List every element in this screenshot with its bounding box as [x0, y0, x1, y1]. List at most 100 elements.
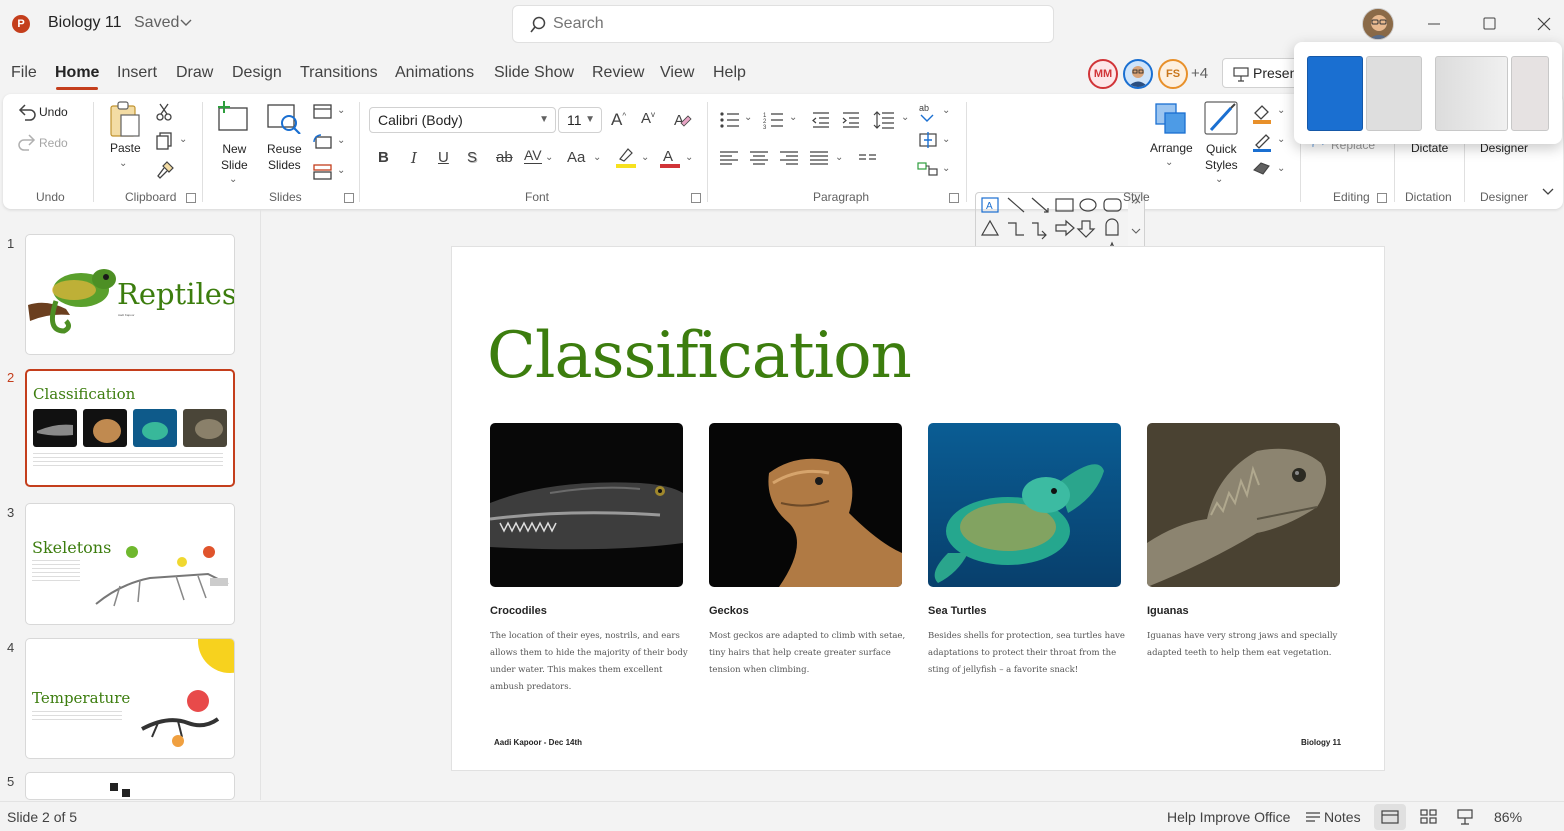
- card-heading[interactable]: Sea Turtles: [928, 605, 987, 617]
- slide-sorter-icon[interactable]: [1420, 808, 1438, 826]
- dialog-launcher-icon[interactable]: [186, 193, 196, 203]
- slide-footer-title[interactable]: Biology 11: [1301, 738, 1341, 747]
- help-improve-office-link[interactable]: Help Improve Office: [1167, 809, 1290, 825]
- line-spacing-icon[interactable]: [873, 110, 895, 130]
- tab-file[interactable]: File: [11, 64, 37, 82]
- character-spacing-button[interactable]: AV: [524, 147, 542, 164]
- change-case-button[interactable]: Aa: [567, 149, 585, 166]
- card-heading[interactable]: Iguanas: [1147, 605, 1189, 617]
- chevron-down-icon[interactable]: ⌄: [179, 134, 187, 145]
- iguana-image[interactable]: [1147, 423, 1340, 587]
- dialog-launcher-icon[interactable]: [344, 193, 354, 203]
- minimize-icon[interactable]: [1422, 12, 1446, 36]
- search-input[interactable]: [553, 14, 1033, 34]
- bullets-icon[interactable]: [719, 111, 741, 129]
- cut-icon[interactable]: [155, 103, 173, 121]
- tab-slide-show[interactable]: Slide Show: [494, 64, 574, 82]
- normal-view-button[interactable]: [1374, 804, 1406, 830]
- crocodile-image[interactable]: [490, 423, 683, 587]
- chevron-down-icon[interactable]: ⌄: [1165, 157, 1173, 168]
- align-left-icon[interactable]: [719, 150, 739, 166]
- notes-button[interactable]: Notes: [1324, 809, 1361, 825]
- slide-thumbnail-1[interactable]: Reptiles Aadi Kapoor: [25, 234, 235, 355]
- arrange-button[interactable]: Arrange: [1150, 141, 1193, 155]
- card-description[interactable]: Iguanas have very strong jaws and specia…: [1147, 628, 1347, 662]
- shape-outline-icon[interactable]: [1251, 130, 1273, 152]
- card-heading[interactable]: Crocodiles: [490, 605, 547, 617]
- tab-animations[interactable]: Animations: [395, 64, 474, 82]
- quick-styles-button[interactable]: Quick Styles: [1205, 141, 1238, 173]
- save-status[interactable]: Saved: [134, 14, 179, 32]
- text-direction-icon[interactable]: ab: [917, 102, 939, 122]
- chevron-down-icon[interactable]: [180, 18, 192, 28]
- underline-button[interactable]: U: [438, 149, 449, 166]
- tab-transitions[interactable]: Transitions: [300, 64, 378, 82]
- bold-button[interactable]: B: [378, 149, 389, 166]
- dialog-launcher-icon[interactable]: [1377, 193, 1387, 203]
- chevron-down-icon[interactable]: ⌄: [337, 105, 345, 116]
- maximize-icon[interactable]: [1477, 12, 1501, 36]
- more-collaborators[interactable]: +4: [1191, 65, 1208, 82]
- redo-button[interactable]: Redo: [39, 136, 68, 150]
- chevron-down-icon[interactable]: ⌄: [942, 105, 950, 116]
- font-size-select[interactable]: 11 ▼: [558, 107, 602, 133]
- chevron-down-icon[interactable]: ⌄: [744, 112, 752, 123]
- shrink-font-icon[interactable]: Av: [641, 110, 655, 127]
- profile-avatar[interactable]: [1362, 8, 1394, 40]
- new-slide-button[interactable]: New Slide: [221, 141, 248, 173]
- chevron-down-icon[interactable]: ⌄: [685, 152, 693, 163]
- shape-fill-icon[interactable]: [1251, 102, 1273, 124]
- text-shadow-button[interactable]: S: [467, 149, 477, 166]
- dialog-launcher-icon[interactable]: [949, 193, 959, 203]
- tab-insert[interactable]: Insert: [117, 64, 157, 82]
- search-box[interactable]: [512, 5, 1054, 43]
- slide-thumbnail-5[interactable]: [25, 772, 235, 800]
- designer-option[interactable]: [1511, 56, 1549, 131]
- slide-thumbnail-3[interactable]: Skeletons: [25, 503, 235, 625]
- chevron-down-icon[interactable]: ⌄: [1277, 134, 1285, 145]
- tab-design[interactable]: Design: [232, 64, 282, 82]
- tab-review[interactable]: Review: [592, 64, 644, 82]
- card-description[interactable]: Most geckos are adapted to climb with se…: [709, 628, 909, 679]
- collaborator-avatar[interactable]: FS: [1158, 59, 1188, 89]
- chevron-down-icon[interactable]: ⌄: [901, 112, 909, 123]
- card-heading[interactable]: Geckos: [709, 605, 749, 617]
- tab-view[interactable]: View: [660, 64, 694, 82]
- align-right-icon[interactable]: [779, 150, 799, 166]
- shape-effects-icon[interactable]: [1251, 160, 1273, 178]
- slide-title[interactable]: Classification: [487, 319, 912, 393]
- copy-icon[interactable]: [155, 132, 173, 150]
- slide-thumbnail-2[interactable]: Classification: [25, 369, 235, 487]
- undo-button[interactable]: Undo: [39, 105, 68, 119]
- reset-icon[interactable]: [313, 134, 333, 150]
- card-description[interactable]: The location of their eyes, nostrils, an…: [490, 628, 690, 696]
- dialog-launcher-icon[interactable]: [691, 193, 701, 203]
- align-text-icon[interactable]: [917, 131, 939, 149]
- chevron-down-icon[interactable]: ⌄: [835, 152, 843, 163]
- justify-icon[interactable]: [809, 150, 829, 166]
- reading-view-icon[interactable]: [1456, 808, 1474, 826]
- slide-footer-author[interactable]: Aadi Kapoor - Dec 14th: [494, 738, 582, 747]
- chevron-down-icon[interactable]: ⌄: [942, 134, 950, 145]
- reuse-slides-button[interactable]: Reuse Slides: [267, 141, 302, 173]
- chevron-down-icon[interactable]: ⌄: [593, 152, 601, 163]
- designer-option[interactable]: [1366, 56, 1422, 131]
- highlighter-icon[interactable]: [615, 146, 637, 168]
- slide-thumbnail-4[interactable]: Temperature: [25, 638, 235, 759]
- designer-option[interactable]: [1307, 56, 1363, 131]
- designer-option[interactable]: [1435, 56, 1508, 131]
- numbering-icon[interactable]: 123: [763, 111, 785, 129]
- layout-icon[interactable]: [313, 104, 333, 120]
- align-center-icon[interactable]: [749, 150, 769, 166]
- increase-indent-icon[interactable]: [841, 111, 861, 129]
- chevron-down-icon[interactable]: ⌄: [1215, 174, 1223, 185]
- grow-font-icon[interactable]: A^: [611, 110, 626, 130]
- italic-button[interactable]: I: [411, 149, 417, 167]
- strikethrough-button[interactable]: ab: [496, 149, 513, 166]
- clear-formatting-icon[interactable]: A: [673, 110, 693, 130]
- chevron-down-icon[interactable]: ⌄: [1277, 163, 1285, 174]
- chevron-down-icon[interactable]: ⌄: [1277, 105, 1285, 116]
- columns-icon[interactable]: [858, 150, 878, 166]
- tab-help[interactable]: Help: [713, 64, 746, 82]
- font-family-select[interactable]: Calibri (Body) ▼: [369, 107, 556, 133]
